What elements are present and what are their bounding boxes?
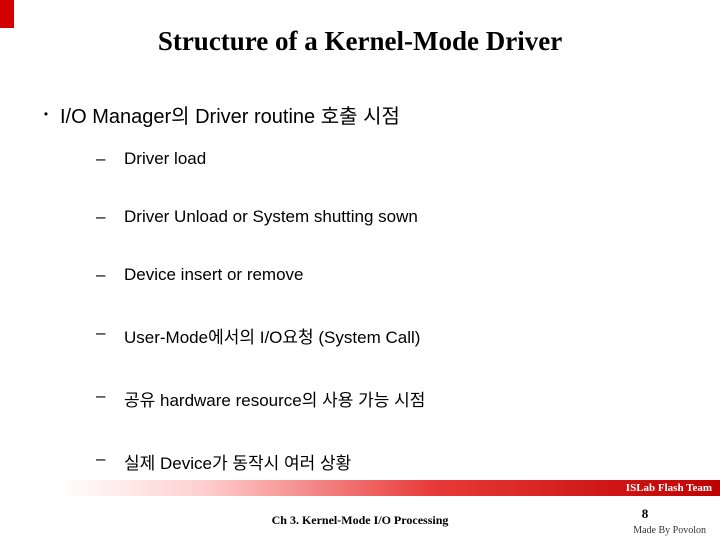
dash-marker: – [96,265,124,285]
bullet-marker: • [32,100,60,129]
dash-marker: – [96,323,124,343]
list-item: – Driver load [96,149,680,169]
bullet-text: I/O Manager의 Driver routine 호출 시점 [60,100,400,129]
dash-marker: – [96,149,124,169]
slide: Structure of a Kernel-Mode Driver • I/O … [0,0,720,540]
slide-title: Structure of a Kernel-Mode Driver [0,26,720,57]
list-item-text: Driver load [124,149,206,169]
page-number: 8 [600,506,690,522]
bullet-level1: • I/O Manager의 Driver routine 호출 시점 [32,100,680,129]
content-area: • I/O Manager의 Driver routine 호출 시점 – Dr… [32,100,680,474]
list-item: – User-Mode에서의 I/O요청 (System Call) [96,323,680,348]
dash-marker: – [96,449,124,469]
accent-bar [0,0,14,28]
dash-marker: – [96,207,124,227]
dash-marker: – [96,386,124,406]
list-item-text: 공유 hardware resource의 사용 가능 시점 [124,386,425,411]
list-item-text: Device insert or remove [124,265,304,285]
sublist: – Driver load – Driver Unload or System … [96,149,680,474]
list-item: – Device insert or remove [96,265,680,285]
list-item: – Driver Unload or System shutting sown [96,207,680,227]
list-item-text: Driver Unload or System shutting sown [124,207,418,227]
list-item: – 실제 Device가 동작시 여러 상황 [96,449,680,474]
list-item-text: User-Mode에서의 I/O요청 (System Call) [124,323,420,348]
footer-author: Made By Povolon [633,525,706,536]
footer-gradient-bar [0,480,720,496]
list-item-text: 실제 Device가 동작시 여러 상황 [124,449,351,474]
list-item: – 공유 hardware resource의 사용 가능 시점 [96,386,680,411]
footer-team-label: ISLab Flash Team [626,482,712,494]
